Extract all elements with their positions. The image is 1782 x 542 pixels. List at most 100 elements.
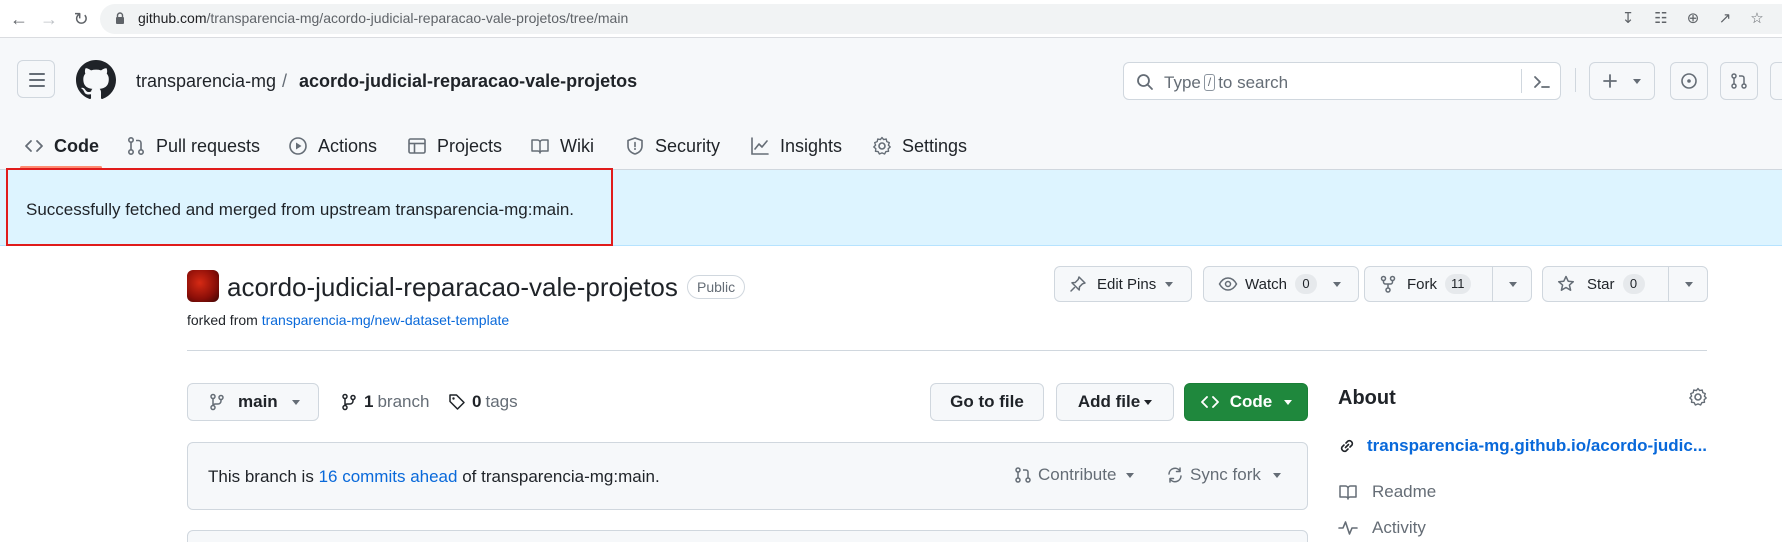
commits-ahead-link[interactable]: 16 commits ahead: [319, 467, 458, 486]
zoom-icon[interactable]: ⊕: [1684, 10, 1702, 28]
bookmark-star-icon[interactable]: ☆: [1748, 10, 1766, 28]
chevron-down-icon: [1284, 399, 1293, 405]
create-new-button[interactable]: [1589, 62, 1655, 100]
chevron-down-icon: [1633, 79, 1641, 84]
breadcrumb-owner[interactable]: transparencia-mg: [136, 71, 276, 92]
chevron-down-icon: [1165, 281, 1174, 287]
search-placeholder: Type / to search: [1164, 73, 1288, 93]
star-icon: [1557, 275, 1575, 291]
star-count: 0: [1622, 274, 1645, 294]
star-button[interactable]: Star 0: [1542, 266, 1708, 302]
repo-title[interactable]: acordo-judicial-reparacao-vale-projetos: [227, 272, 678, 303]
fork-label: Fork: [1407, 275, 1437, 293]
watch-button[interactable]: Watch 0: [1203, 266, 1359, 302]
tags-link[interactable]: 0 tags: [448, 392, 518, 412]
flash-message: Successfully fetched and merged from ups…: [26, 200, 575, 219]
tab-pull-requests[interactable]: Pull requests: [126, 122, 260, 170]
watch-label: Watch: [1245, 275, 1287, 293]
pin-icon: [1070, 276, 1086, 292]
fork-status-prefix: This branch is: [208, 467, 314, 486]
gear-icon[interactable]: [1688, 387, 1708, 407]
pull-request-icon: [127, 136, 145, 156]
readme-link[interactable]: Readme: [1338, 482, 1436, 502]
file-list-box: [187, 530, 1308, 542]
book-icon: [1339, 485, 1357, 500]
tag-count-label: tags: [485, 392, 518, 411]
translate-icon[interactable]: ☷: [1652, 10, 1670, 28]
git-branch-icon: [342, 393, 356, 411]
repo-owner-avatar[interactable]: [187, 270, 219, 302]
add-file-label: Add file: [1077, 392, 1141, 411]
sync-fork-button[interactable]: Sync fork: [1166, 465, 1281, 485]
add-file-button[interactable]: Add file: [1056, 383, 1174, 421]
forked-from: forked from transparencia-mg/new-dataset…: [187, 312, 509, 328]
tag-icon: [449, 394, 465, 410]
tab-security[interactable]: Security: [625, 122, 720, 170]
tab-code[interactable]: Code: [24, 122, 99, 170]
star-label: Star: [1587, 275, 1615, 293]
tab-wiki[interactable]: Wiki: [530, 122, 594, 170]
url-host: github.com: [138, 10, 207, 26]
fork-split-divider: [1492, 267, 1493, 301]
pull-requests-button[interactable]: [1720, 62, 1758, 100]
tab-settings-label: Settings: [902, 135, 968, 156]
go-to-file-button[interactable]: Go to file: [930, 383, 1044, 421]
branches-link[interactable]: 1 branch: [340, 392, 429, 412]
github-logo-icon[interactable]: [76, 60, 116, 100]
command-palette-icon[interactable]: [1532, 73, 1552, 91]
back-icon[interactable]: ←: [8, 8, 30, 30]
fork-status-box: This branch is 16 commits ahead of trans…: [187, 442, 1308, 510]
menu-button[interactable]: [17, 60, 55, 98]
activity-link[interactable]: Activity: [1338, 518, 1426, 538]
inbox-button[interactable]: [1770, 62, 1782, 100]
forked-source-link[interactable]: transparencia-mg/new-dataset-template: [262, 312, 509, 328]
breadcrumb-repo[interactable]: acordo-judicial-reparacao-vale-projetos: [299, 71, 637, 92]
git-branch-icon: [210, 393, 224, 411]
fork-status-text: This branch is 16 commits ahead of trans…: [208, 467, 660, 487]
sync-icon: [1168, 467, 1182, 483]
reload-icon[interactable]: ↻: [70, 8, 92, 30]
tab-wiki-label: Wiki: [560, 135, 594, 156]
chevron-down-icon: [1126, 472, 1135, 478]
search-shortcut-key: /: [1203, 74, 1216, 91]
repo-forked-icon: [1380, 275, 1396, 293]
chevron-down-icon: [1332, 281, 1341, 287]
issues-button[interactable]: [1670, 62, 1708, 100]
lock-icon: [116, 12, 124, 24]
fork-status-suffix: of transparencia-mg:main.: [462, 467, 660, 486]
table-icon: [408, 138, 426, 154]
code-dropdown-button[interactable]: Code: [1184, 383, 1308, 421]
about-heading: About: [1338, 387, 1396, 409]
book-icon: [531, 139, 549, 154]
search-divider: [1521, 69, 1522, 93]
branch-selector[interactable]: main: [187, 383, 319, 421]
contribute-label: Contribute: [1038, 465, 1117, 484]
tab-projects[interactable]: Projects: [407, 122, 502, 170]
url-text[interactable]: github.com/transparencia-mg/acordo-judic…: [138, 10, 628, 26]
branch-count-label: branch: [377, 392, 430, 411]
code-icon: [1200, 396, 1219, 408]
install-app-icon[interactable]: ↧: [1619, 10, 1637, 28]
tab-insights[interactable]: Insights: [750, 122, 842, 170]
edit-pins-label: Edit Pins: [1097, 275, 1157, 293]
forward-icon[interactable]: →: [38, 8, 60, 30]
about-website-link[interactable]: transparencia-mg.github.io/acordo-judic.…: [1338, 436, 1707, 456]
contribute-button[interactable]: Contribute: [1014, 465, 1135, 485]
plus-icon: [1603, 74, 1617, 88]
search-icon: [1137, 74, 1153, 90]
tab-actions[interactable]: Actions: [288, 122, 377, 170]
fork-button[interactable]: Fork 11: [1364, 266, 1532, 302]
pull-request-icon: [1731, 73, 1747, 89]
tab-security-label: Security: [655, 135, 721, 156]
link-icon: [1340, 439, 1354, 453]
edit-pins-button[interactable]: Edit Pins: [1054, 266, 1192, 302]
search-input[interactable]: Type / to search: [1123, 62, 1561, 100]
search-suffix: to search: [1218, 73, 1289, 92]
tab-code-label: Code: [54, 135, 99, 156]
chevron-down-icon: [291, 399, 300, 405]
tab-settings[interactable]: Settings: [872, 122, 967, 170]
branch-count: 1: [364, 392, 374, 411]
search-prefix: Type: [1164, 73, 1201, 92]
breadcrumb-separator: /: [282, 71, 288, 91]
share-icon[interactable]: ↗: [1716, 10, 1734, 28]
